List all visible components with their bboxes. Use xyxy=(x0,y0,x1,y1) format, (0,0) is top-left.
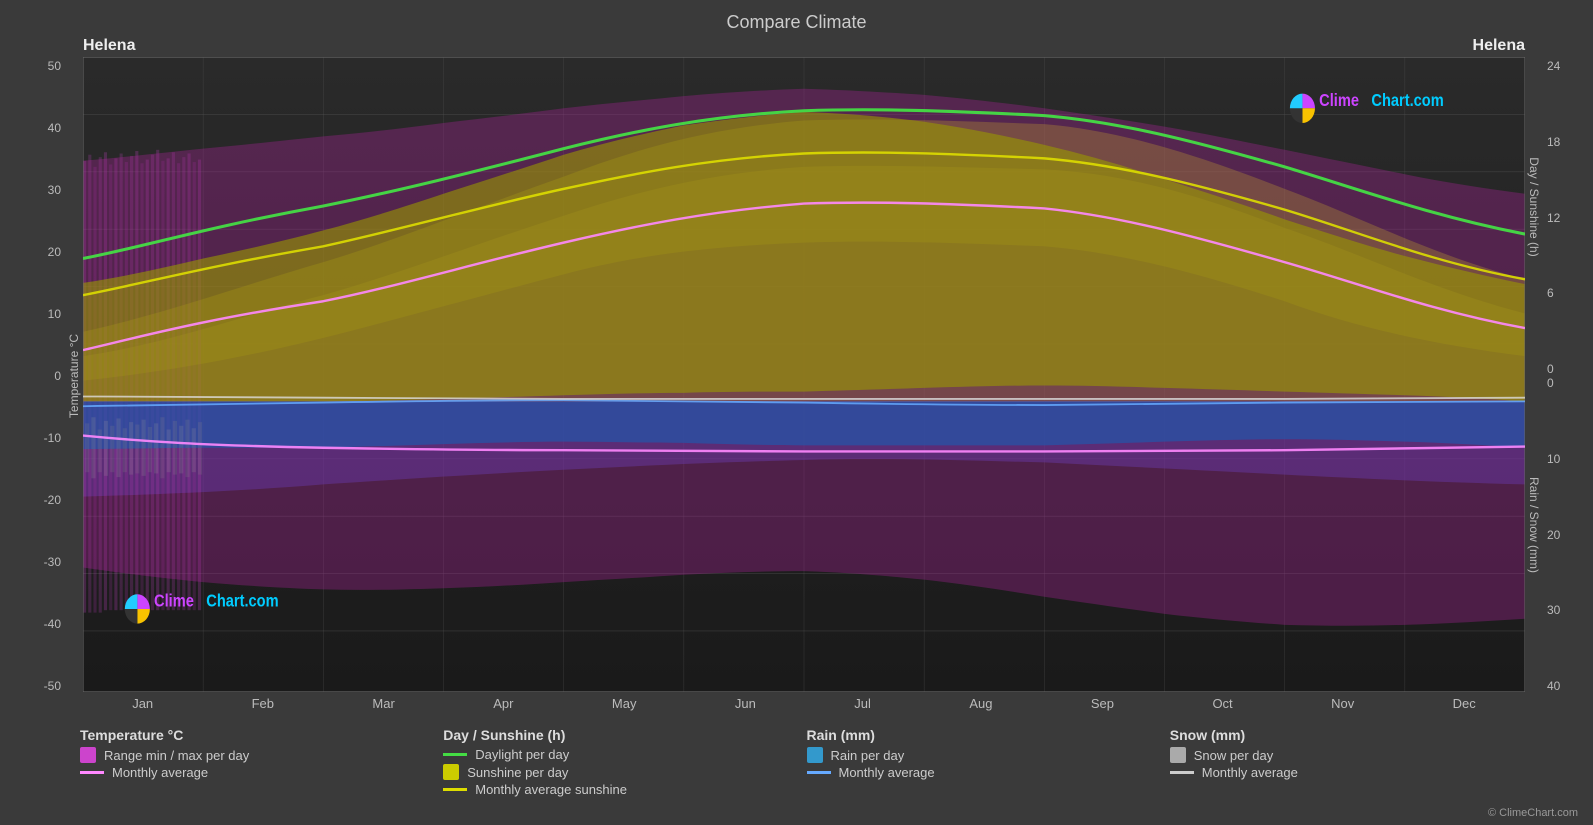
y-axis-right-bottom-label: Rain / Snow (mm) xyxy=(1527,477,1541,573)
chart-area: 50 40 30 20 10 0 -10 -20 -30 -40 -50 Tem… xyxy=(10,37,1583,715)
x-axis-labels: Jan Feb Mar Apr May Jun Jul Aug Sep Oct … xyxy=(83,692,1525,715)
x-tick-oct: Oct xyxy=(1212,696,1232,711)
legend-swatch-snow-avg xyxy=(1170,771,1194,774)
legend-item-temp-avg: Monthly average xyxy=(80,765,423,780)
y-axis-left: 50 40 30 20 10 0 -10 -20 -30 -40 -50 xyxy=(10,37,65,715)
x-tick-jan: Jan xyxy=(132,696,153,711)
legend-label-daylight: Daylight per day xyxy=(475,747,569,762)
y-tick-n50: -50 xyxy=(10,679,61,693)
y-tick-30: 30 xyxy=(10,183,61,197)
y-tick-right-10: 10 xyxy=(1547,452,1583,466)
y-axis-right-label-container: Day / Sunshine (h) Rain / Snow (mm) xyxy=(1525,37,1543,715)
y-tick-right-20: 20 xyxy=(1547,528,1583,542)
legend-item-sunshine: Sunshine per day xyxy=(443,764,786,780)
legend-label-temp-avg: Monthly average xyxy=(112,765,208,780)
copyright: © ClimeChart.com xyxy=(0,807,1593,825)
y-tick-n20: -20 xyxy=(10,493,61,507)
svg-text:Chart.com: Chart.com xyxy=(206,593,278,611)
legend-col-snow: Snow (mm) Snow per day Monthly average xyxy=(1170,727,1513,799)
location-label-right: Helena xyxy=(1473,37,1525,55)
y-tick-right-0: 0 xyxy=(1547,362,1583,376)
y-axis-right: 24 18 12 6 0 0 10 20 30 40 xyxy=(1543,37,1583,715)
legend-title-snow: Snow (mm) xyxy=(1170,727,1513,743)
x-tick-may: May xyxy=(612,696,637,711)
x-tick-jul: Jul xyxy=(854,696,871,711)
y-tick-right-40: 40 xyxy=(1547,679,1583,693)
x-tick-dec: Dec xyxy=(1453,696,1476,711)
legend-item-rain: Rain per day xyxy=(807,747,1150,763)
y-tick-right-0b: 0 xyxy=(1547,376,1583,390)
legend-swatch-sunshine xyxy=(443,764,459,780)
legend-swatch-temp-range xyxy=(80,747,96,763)
y-tick-right-6: 6 xyxy=(1547,286,1583,300)
legend-title-rain: Rain (mm) xyxy=(807,727,1150,743)
legend-col-temperature: Temperature °C Range min / max per day M… xyxy=(80,727,423,799)
legend-label-snow: Snow per day xyxy=(1194,748,1274,763)
legend-label-sunshine: Sunshine per day xyxy=(467,765,568,780)
page-wrapper: Compare Climate 50 40 30 20 10 0 -10 -20… xyxy=(0,0,1593,825)
legend-item-snow-avg: Monthly average xyxy=(1170,765,1513,780)
x-tick-mar: Mar xyxy=(372,696,394,711)
legend-col-sunshine: Day / Sunshine (h) Daylight per day Suns… xyxy=(443,727,786,799)
legend-swatch-temp-avg xyxy=(80,771,104,774)
x-tick-apr: Apr xyxy=(493,696,513,711)
y-tick-right-30: 30 xyxy=(1547,603,1583,617)
legend-label-rain: Rain per day xyxy=(831,748,905,763)
x-tick-feb: Feb xyxy=(252,696,274,711)
chart-title: Compare Climate xyxy=(0,0,1593,37)
legend-swatch-rain xyxy=(807,747,823,763)
legend-area: Temperature °C Range min / max per day M… xyxy=(0,715,1593,807)
x-tick-aug: Aug xyxy=(969,696,992,711)
y-tick-20: 20 xyxy=(10,245,61,259)
y-tick-10: 10 xyxy=(10,307,61,321)
y-tick-n30: -30 xyxy=(10,555,61,569)
y-tick-right-12: 12 xyxy=(1547,211,1583,225)
y-tick-40: 40 xyxy=(10,121,61,135)
chart-main: Helena Helena xyxy=(83,37,1525,715)
x-tick-nov: Nov xyxy=(1331,696,1354,711)
y-tick-right-24: 24 xyxy=(1547,59,1583,73)
legend-swatch-snow xyxy=(1170,747,1186,763)
legend-label-sunshine-avg: Monthly average sunshine xyxy=(475,782,627,797)
legend-item-daylight: Daylight per day xyxy=(443,747,786,762)
y-tick-n10: -10 xyxy=(10,431,61,445)
chart-svg: Clime Chart.com Clime Chart.com xyxy=(83,57,1525,692)
legend-swatch-rain-avg xyxy=(807,771,831,774)
legend-item-rain-avg: Monthly average xyxy=(807,765,1150,780)
svg-text:Clime: Clime xyxy=(1319,92,1359,110)
legend-title-sunshine: Day / Sunshine (h) xyxy=(443,727,786,743)
svg-text:Clime: Clime xyxy=(154,593,194,611)
x-tick-jun: Jun xyxy=(735,696,756,711)
y-axis-left-label: Temperature °C xyxy=(67,334,81,418)
location-labels: Helena Helena xyxy=(83,37,1525,57)
y-axis-right-top-label: Day / Sunshine (h) xyxy=(1527,157,1541,256)
y-tick-n40: -40 xyxy=(10,617,61,631)
svg-text:Chart.com: Chart.com xyxy=(1371,92,1443,110)
y-axis-left-label-container: Temperature °C xyxy=(65,37,83,715)
legend-title-temperature: Temperature °C xyxy=(80,727,423,743)
legend-swatch-daylight xyxy=(443,753,467,756)
legend-col-rain: Rain (mm) Rain per day Monthly average xyxy=(807,727,1150,799)
legend-label-snow-avg: Monthly average xyxy=(1202,765,1298,780)
legend-swatch-sunshine-avg xyxy=(443,788,467,791)
y-tick-right-18: 18 xyxy=(1547,135,1583,149)
y-tick-0: 0 xyxy=(10,369,61,383)
legend-label-rain-avg: Monthly average xyxy=(839,765,935,780)
legend-item-temp-range: Range min / max per day xyxy=(80,747,423,763)
x-tick-sep: Sep xyxy=(1091,696,1114,711)
location-label-left: Helena xyxy=(83,37,135,55)
legend-label-temp-range: Range min / max per day xyxy=(104,748,249,763)
legend-item-sunshine-avg: Monthly average sunshine xyxy=(443,782,786,797)
y-tick-50: 50 xyxy=(10,59,61,73)
legend-item-snow: Snow per day xyxy=(1170,747,1513,763)
